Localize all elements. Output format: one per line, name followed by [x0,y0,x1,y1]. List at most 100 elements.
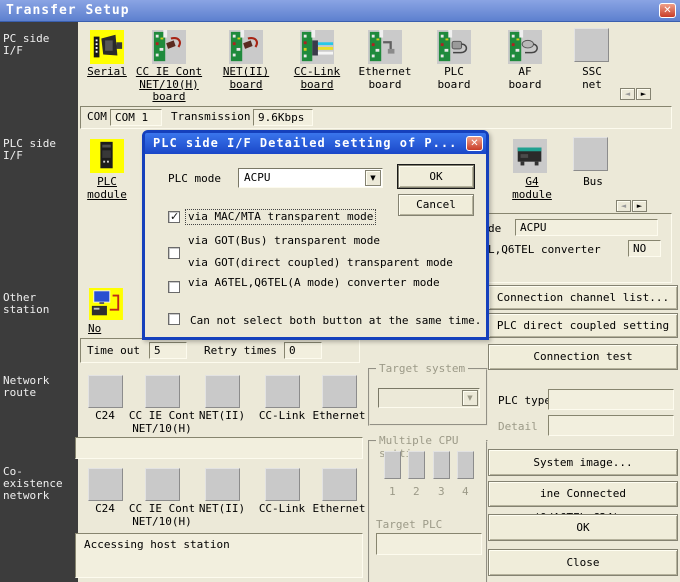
window-close-icon[interactable]: ✕ [659,3,676,18]
cpu-3-icon[interactable] [433,451,450,479]
transmission-label: Transmission [171,110,250,123]
a6tel-converter-checkbox-label[interactable]: via A6TEL,Q6TEL(A mode) converter mode [186,276,442,290]
ok-button[interactable]: OK [488,514,678,541]
got-direct-coupled-checkbox[interactable] [168,281,180,293]
dialog-ok-button[interactable]: OK [398,165,474,188]
connection-channel-list-button[interactable]: Connection channel list... [488,285,678,310]
system-image-button[interactable]: System image... [488,449,678,476]
pc-if-ethernet-label[interactable]: Ethernet board [347,66,423,91]
got-bus-checkbox-label[interactable]: via GOT(Bus) transparent mode [186,234,382,248]
cc-ie-cont-board-icon[interactable] [151,30,187,64]
ethernet-board-icon[interactable] [367,30,403,64]
plc-if-plc-module-label[interactable]: PLC module [69,176,145,201]
plc-side-detail-dialog: PLC side I/F Detailed setting of P... ✕ … [142,130,489,340]
pc-if-scroll-left-icon[interactable]: ◄ [620,88,635,100]
got-direct-coupled-checkbox-label[interactable]: via GOT(direct coupled) transparent mode [186,256,455,270]
plc-mode-selected-value: ACPU [244,171,271,184]
cpu-1-icon[interactable] [384,451,401,479]
network-route-ethernet-icon[interactable] [322,375,357,408]
line-connected-button[interactable]: ine Connected (Q/A6TEL,C24).. [488,481,678,507]
time-out-value[interactable]: 5 [149,342,187,359]
mac-mta-checkbox-label[interactable]: via MAC/MTA transparent mode [186,210,375,224]
coexistence-net2-icon[interactable] [205,468,240,501]
plc-board-icon[interactable] [436,30,472,64]
plc-direct-coupled-setting-button[interactable]: PLC direct coupled setting [488,313,678,338]
plc-type-label: PLC type [498,394,551,407]
dialog-close-icon[interactable]: ✕ [466,136,483,151]
timeout-panel: Time out 5 Retry times 0 [80,338,360,363]
close-button[interactable]: Close [488,549,678,576]
pc-if-ssc-net-label[interactable]: SSC net [554,66,630,91]
com-port-value: COM 1 [110,109,162,126]
plc-mode-select[interactable]: ACPU ▼ [238,168,383,188]
network-route-status-box [75,437,363,459]
network-route-net2-icon[interactable] [205,375,240,408]
a6tel-converter-checkbox[interactable] [168,313,180,325]
accessing-status-text: Accessing host station [84,538,230,551]
accessing-status-box: Accessing host station [75,533,363,578]
serial-icon[interactable] [89,30,125,64]
coexistence-ethernet-icon[interactable] [322,468,357,501]
af-board-icon[interactable] [507,30,543,64]
plc-module-icon[interactable] [89,139,125,173]
network-route-cc-ie-cont-icon[interactable] [145,375,180,408]
cpu-4-icon[interactable] [457,451,474,479]
cc-link-board-icon[interactable] [299,30,335,64]
target-system-select[interactable]: ▼ [378,388,480,408]
coexistence-cc-link-icon[interactable] [265,468,300,501]
other-station-no-icon[interactable] [88,288,124,320]
sidebar-label-other-station: Other station [3,292,81,316]
dialog-cancel-button[interactable]: Cancel [398,194,474,216]
retry-times-label: Retry times [204,344,277,357]
transfer-setup-window: Transfer Setup ✕ PC side I/F PLC side I/… [0,0,680,582]
other-station-no-label[interactable]: No [88,322,101,335]
pc-if-af-board-label[interactable]: AF board [487,66,563,91]
network-route-cc-link-icon[interactable] [265,375,300,408]
sidebar-label-pc-side: PC side I/F [3,33,81,57]
ssc-net-icon[interactable] [574,28,609,62]
cpu-1-label: 1 [389,485,396,498]
mac-mta-checkbox[interactable]: ✓ [168,211,180,223]
retry-times-value[interactable]: 0 [284,342,322,359]
pc-if-net2-label[interactable]: NET(II) board [208,66,284,91]
bus-icon[interactable] [573,137,608,171]
net2-board-icon[interactable] [228,30,264,64]
pc-if-plc-board-label[interactable]: PLC board [416,66,492,91]
connection-test-button[interactable]: Connection test [488,344,678,370]
plc-if-scroll-right-icon[interactable]: ► [632,200,647,212]
pc-if-cc-ie-cont-label[interactable]: CC IE Cont NET/10(H) board [131,66,207,104]
target-system-title: Target system [376,362,468,375]
pc-if-cc-link-label[interactable]: CC-Link board [279,66,355,91]
g4-module-icon[interactable] [512,139,548,173]
coexistence-ethernet-label: Ethernet [301,503,377,516]
time-out-label: Time out [87,344,140,357]
plc-mode-dropdown-icon[interactable]: ▼ [365,170,381,186]
dialog-title: PLC side I/F Detailed setting of P... [153,136,457,150]
plc-mode-label: PLC mode [168,172,221,185]
cpu-3-label: 3 [438,485,445,498]
plc-if-scroll-left-icon[interactable]: ◄ [616,200,631,212]
coexistence-cc-ie-cont-icon[interactable] [145,468,180,501]
plc-mode-panel: de ACPU L,Q6TEL converter NO [483,213,672,283]
window-titlebar: Transfer Setup [0,0,680,22]
com-settings-panel: COM COM 1 Transmission 9.6Kbps [80,106,672,129]
window-title: Transfer Setup [6,3,130,18]
sidebar-label-plc-side: PLC side I/F [3,138,81,162]
pc-if-scroll-right-icon[interactable]: ► [636,88,651,100]
plc-if-bus-label[interactable]: Bus [555,176,631,189]
cpu-4-label: 4 [462,485,469,498]
detail-value [548,415,674,436]
plc-mode-value: ACPU [515,219,658,236]
dialog-note: Can not select both button at the same t… [190,314,481,327]
target-system-group: Target system ▼ [368,368,488,426]
multiple-cpu-group: Multiple CPU setting 1 2 3 4 Target PLC [368,440,488,582]
converter-value: NO [628,240,661,257]
coexistence-c24-icon[interactable] [88,468,123,501]
plc-mode-label-fragment: de [488,222,501,235]
cpu-2-icon[interactable] [408,451,425,479]
detail-label: Detail [498,420,538,433]
network-route-c24-icon[interactable] [88,375,123,408]
got-bus-checkbox[interactable] [168,247,180,259]
plc-type-value [548,389,674,410]
target-system-dropdown-icon[interactable]: ▼ [462,390,478,406]
